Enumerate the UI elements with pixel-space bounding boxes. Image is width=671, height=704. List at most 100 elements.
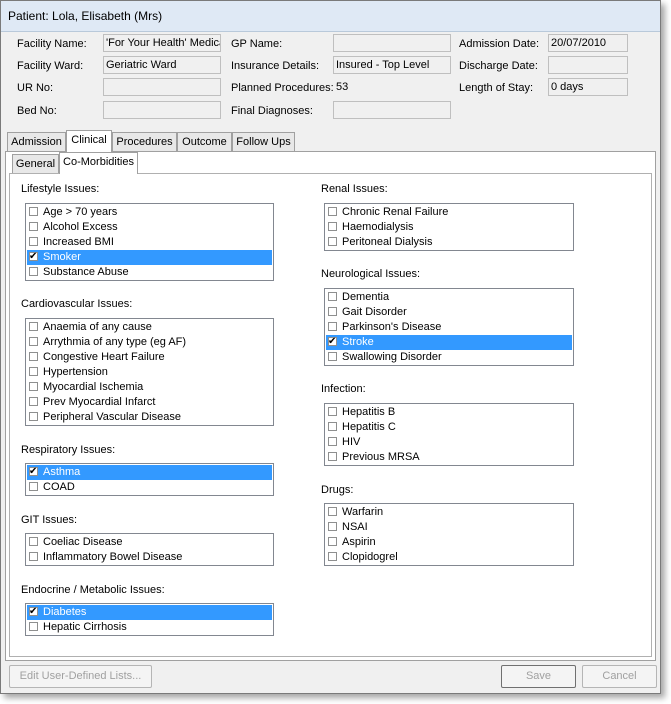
checkbox[interactable] (29, 412, 38, 421)
checkbox[interactable] (29, 267, 38, 276)
list-item[interactable]: Chronic Renal Failure (326, 205, 572, 220)
list-item[interactable]: Myocardial Ischemia (27, 380, 272, 395)
checkbox[interactable] (328, 507, 337, 516)
git-issues-list[interactable]: Coeliac Disease Inflammatory Bowel Disea… (25, 533, 274, 566)
checkbox[interactable] (328, 307, 337, 316)
checkbox[interactable] (328, 452, 337, 461)
list-item[interactable]: Hepatitis B (326, 405, 572, 420)
checkbox[interactable] (328, 552, 337, 561)
cancel-button[interactable]: Cancel (582, 665, 657, 688)
list-item[interactable]: Age > 70 years (27, 205, 272, 220)
checkbox[interactable] (29, 237, 38, 246)
list-item[interactable]: Substance Abuse (27, 265, 272, 280)
checkbox[interactable] (29, 367, 38, 376)
list-item[interactable]: Hepatitis C (326, 420, 572, 435)
drugs-list[interactable]: Warfarin NSAI Aspirin Clopidogrel (324, 503, 574, 566)
tab-clinical[interactable]: Clinical (66, 130, 112, 152)
list-item[interactable]: Previous MRSA (326, 450, 572, 465)
list-item[interactable]: Peripheral Vascular Disease (27, 410, 272, 425)
list-item[interactable]: Anaemia of any cause (27, 320, 272, 335)
list-item[interactable]: Increased BMI (27, 235, 272, 250)
tab-follow-ups[interactable]: Follow Ups (232, 132, 295, 152)
facility-name-field[interactable]: 'For Your Health' Medical (103, 34, 221, 52)
list-item[interactable]: Aspirin (326, 535, 572, 550)
list-item[interactable]: Gait Disorder (326, 305, 572, 320)
checkbox[interactable] (29, 222, 38, 231)
bed-no-field[interactable] (103, 101, 221, 119)
list-item[interactable]: Swallowing Disorder (326, 350, 572, 365)
cardiovascular-issues-list[interactable]: Anaemia of any cause Arrythmia of any ty… (25, 318, 274, 426)
checkbox[interactable] (29, 322, 38, 331)
checkbox[interactable] (328, 522, 337, 531)
admission-date-field[interactable]: 20/07/2010 (548, 34, 628, 52)
list-item[interactable]: Alcohol Excess (27, 220, 272, 235)
list-item[interactable]: Congestive Heart Failure (27, 350, 272, 365)
list-item[interactable]: Prev Myocardial Infarct (27, 395, 272, 410)
infection-list[interactable]: Hepatitis B Hepatitis C HIV Previous MRS… (324, 403, 574, 466)
checkbox[interactable] (328, 537, 337, 546)
checkbox[interactable] (328, 437, 337, 446)
facility-name-label: Facility Name: (17, 38, 87, 50)
insurance-details-field[interactable]: Insured - Top Level (333, 56, 451, 74)
list-item-selected[interactable]: Asthma (27, 464, 272, 480)
checkbox[interactable] (328, 407, 337, 416)
endocrine-issues-list[interactable]: Diabetes Hepatic Cirrhosis (25, 603, 274, 636)
checkbox[interactable] (29, 352, 38, 361)
checkbox[interactable] (328, 237, 337, 246)
ur-no-field[interactable] (103, 78, 221, 96)
list-item[interactable]: Clopidogrel (326, 550, 572, 565)
lifestyle-issues-list[interactable]: Age > 70 years Alcohol Excess Increased … (25, 203, 274, 281)
checkbox[interactable] (328, 207, 337, 216)
respiratory-issues-list[interactable]: Asthma COAD (25, 463, 274, 496)
facility-ward-field[interactable]: Geriatric Ward (103, 56, 221, 74)
tab-outcome[interactable]: Outcome (177, 132, 232, 152)
subtab-general[interactable]: General (12, 154, 59, 174)
subtab-co-morbidities[interactable]: Co-Morbidities (59, 152, 138, 174)
checkbox[interactable] (29, 622, 38, 631)
list-item[interactable]: Arrythmia of any type (eg AF) (27, 335, 272, 350)
list-item[interactable]: COAD (27, 480, 272, 495)
list-item[interactable]: NSAI (326, 520, 572, 535)
checkbox[interactable] (29, 482, 38, 491)
list-item[interactable]: Peritoneal Dialysis (326, 235, 572, 250)
gp-name-field[interactable] (333, 34, 451, 52)
checkbox-checked[interactable] (29, 464, 38, 479)
list-item[interactable]: Haemodialysis (326, 220, 572, 235)
checkbox[interactable] (328, 422, 337, 431)
checkbox[interactable] (29, 207, 38, 216)
checkbox[interactable] (328, 352, 337, 361)
checkbox[interactable] (29, 552, 38, 561)
list-item[interactable]: Warfarin (326, 505, 572, 520)
checkbox[interactable] (328, 222, 337, 231)
checkbox[interactable] (328, 322, 337, 331)
list-item[interactable]: Hypertension (27, 365, 272, 380)
list-item-selected[interactable]: Diabetes (27, 604, 272, 620)
title-bar[interactable]: Patient: Lola, Elisabeth (Mrs) (1, 1, 660, 32)
save-button[interactable]: Save (501, 665, 576, 688)
list-item-selected[interactable]: Stroke (326, 334, 572, 350)
renal-issues-list[interactable]: Chronic Renal Failure Haemodialysis Peri… (324, 203, 574, 251)
list-item[interactable]: Coeliac Disease (27, 535, 272, 550)
list-item[interactable]: Inflammatory Bowel Disease (27, 550, 272, 565)
tab-procedures[interactable]: Procedures (112, 132, 177, 152)
checkbox[interactable] (328, 292, 337, 301)
list-item[interactable]: Dementia (326, 290, 572, 305)
discharge-date-field[interactable] (548, 56, 628, 74)
checkbox-checked[interactable] (328, 334, 337, 349)
checkbox[interactable] (29, 382, 38, 391)
insurance-details-label: Insurance Details: (231, 60, 320, 72)
list-item[interactable]: HIV (326, 435, 572, 450)
cardiovascular-issues-label: Cardiovascular Issues: (21, 298, 133, 310)
final-diagnoses-field[interactable] (333, 101, 451, 119)
checkbox-checked[interactable] (29, 249, 38, 264)
checkbox[interactable] (29, 537, 38, 546)
neurological-issues-list[interactable]: Dementia Gait Disorder Parkinson's Disea… (324, 288, 574, 366)
checkbox-checked[interactable] (29, 604, 38, 619)
list-item[interactable]: Hepatic Cirrhosis (27, 620, 272, 635)
checkbox[interactable] (29, 397, 38, 406)
checkbox[interactable] (29, 337, 38, 346)
edit-user-defined-lists-button[interactable]: Edit User-Defined Lists... (9, 665, 152, 688)
list-item-selected[interactable]: Smoker (27, 249, 272, 265)
list-item[interactable]: Parkinson's Disease (326, 320, 572, 335)
tab-admission[interactable]: Admission (7, 132, 66, 152)
